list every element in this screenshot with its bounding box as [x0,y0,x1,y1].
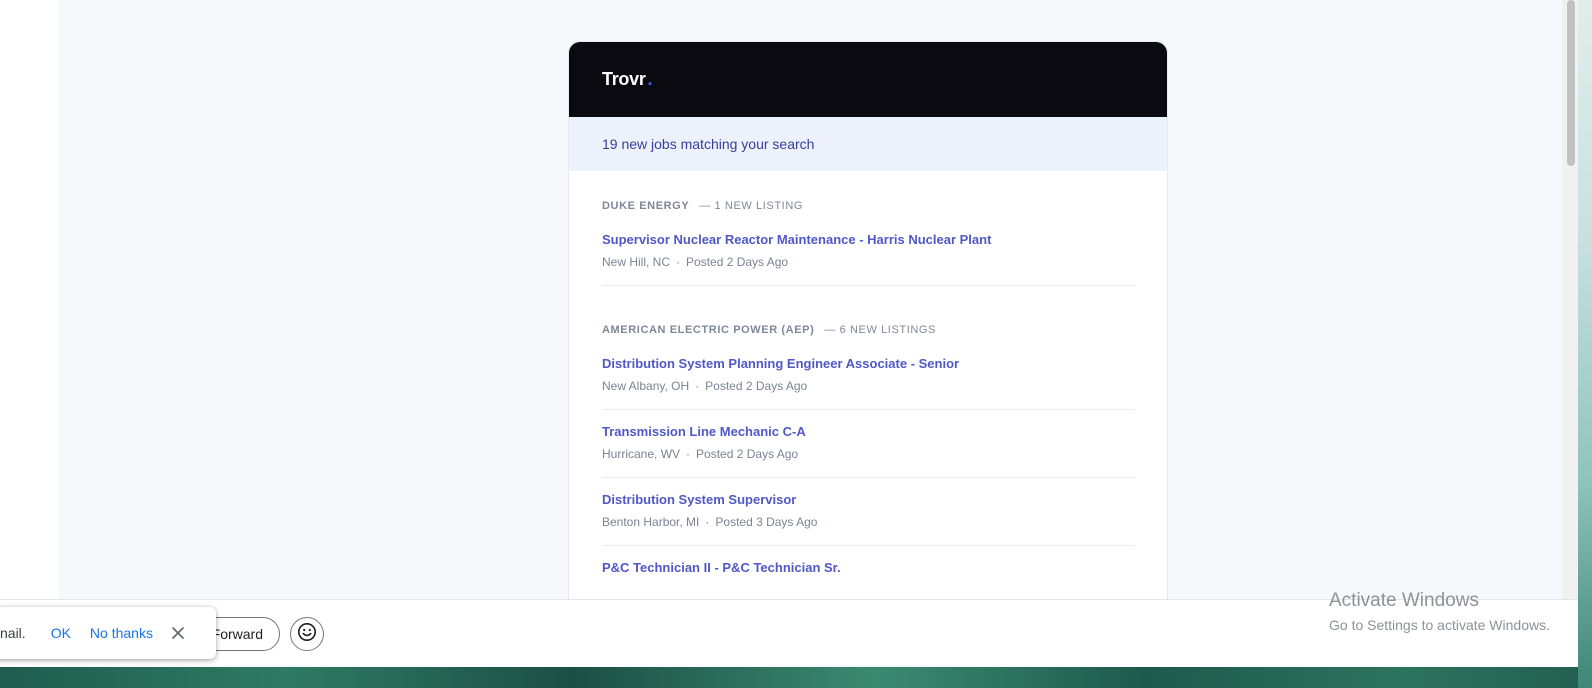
toast-no-thanks-button[interactable]: No thanks [90,625,153,641]
toast-ok-button[interactable]: OK [51,625,71,641]
mail-window: Trovr. 19 new jobs matching your search … [0,0,1578,667]
meta-separator: · [676,255,681,269]
job-meta: New Hill, NC · Posted 2 Days Ago [602,255,1135,269]
job-title-link[interactable]: Supervisor Nuclear Reactor Maintenance -… [602,232,1135,247]
job-listing: Distribution System Supervisor Benton Ha… [602,492,1135,546]
listing-count: — 6 NEW LISTINGS [824,324,937,336]
company-heading: DUKE ENERGY — 1 NEW LISTING [602,200,1135,212]
job-posted-date: Posted 3 Days Ago [715,515,818,529]
message-view: Trovr. 19 new jobs matching your search … [58,0,1562,603]
meta-separator: · [695,379,700,393]
job-location: Benton Harbor, MI [602,515,700,529]
job-title-link[interactable]: P&C Technician II - P&C Technician Sr. [602,560,1135,575]
watermark-subtitle: Go to Settings to activate Windows. [1329,617,1550,633]
scrollbar-thumb[interactable] [1567,0,1575,166]
meta-separator: · [705,515,710,529]
company-name: AMERICAN ELECTRIC POWER (AEP) [602,324,815,336]
job-location: New Hill, NC [602,255,671,269]
job-title-link[interactable]: Distribution System Planning Engineer As… [602,356,1135,371]
job-title-link[interactable]: Distribution System Supervisor [602,492,1135,507]
company-name: DUKE ENERGY [602,200,690,212]
desktop-wallpaper-strip [0,666,1592,688]
job-meta: Benton Harbor, MI · Posted 3 Days Ago [602,515,1135,529]
notification-toast: nail. OK No thanks [0,607,216,659]
job-title-link[interactable]: Transmission Line Mechanic C-A [602,424,1135,439]
job-listing: P&C Technician II - P&C Technician Sr. [602,560,1135,591]
emoji-reaction-button[interactable] [290,617,324,651]
close-icon[interactable] [171,626,185,640]
email-header: Trovr. [569,42,1167,117]
email-content-card: Trovr. 19 new jobs matching your search … [568,41,1168,603]
job-listing: Distribution System Planning Engineer As… [602,356,1135,410]
company-heading: AMERICAN ELECTRIC POWER (AEP) — 6 NEW LIS… [602,324,1135,336]
job-location: Hurricane, WV [602,447,681,461]
desktop-wallpaper-edge [1578,0,1592,688]
brand-logo: Trovr [602,69,646,89]
job-listing: Supervisor Nuclear Reactor Maintenance -… [602,232,1135,286]
job-meta: New Albany, OH · Posted 2 Days Ago [602,379,1135,393]
job-posted-date: Posted 2 Days Ago [696,447,799,461]
toast-message: nail. [0,625,26,641]
meta-separator: · [686,447,691,461]
job-listing: Transmission Line Mechanic C-A Hurricane… [602,424,1135,478]
job-location: New Albany, OH [602,379,690,393]
job-meta: Hurricane, WV · Posted 2 Days Ago [602,447,1135,461]
listing-count: — 1 NEW LISTING [699,200,804,212]
jobs-summary-banner: 19 new jobs matching your search [569,117,1167,171]
job-posted-date: Posted 2 Days Ago [705,379,808,393]
emoji-icon [297,622,317,647]
brand-logo-dot: . [647,69,653,89]
job-posted-date: Posted 2 Days Ago [686,255,789,269]
watermark-title: Activate Windows [1329,590,1479,611]
activate-windows-watermark: Activate Windows Go to Settings to activ… [1329,590,1550,633]
forward-label: Forward [211,626,263,642]
email-body: DUKE ENERGY — 1 NEW LISTING Supervisor Nu… [569,200,1167,591]
